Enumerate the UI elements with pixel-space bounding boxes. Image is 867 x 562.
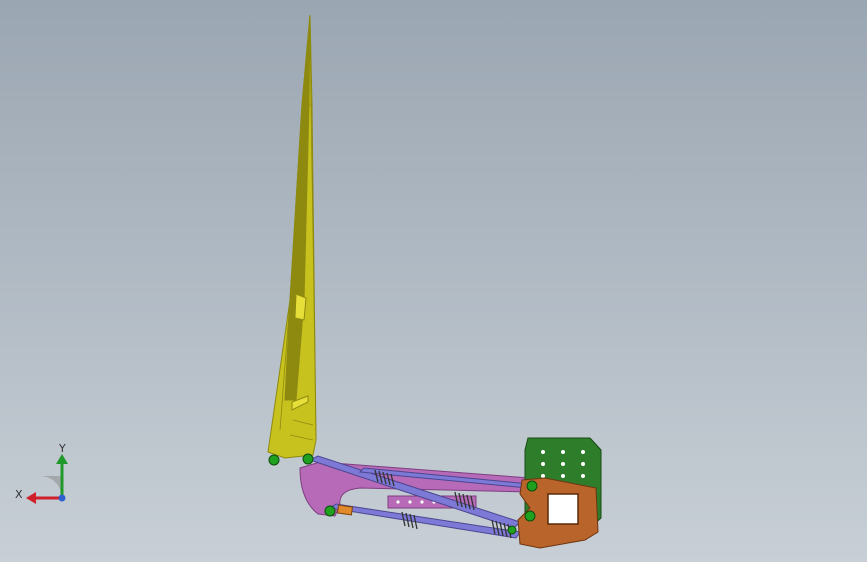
cad-model-view[interactable] xyxy=(0,0,867,562)
pin-boom-left[interactable] xyxy=(268,454,280,466)
pin-bracket-low[interactable] xyxy=(507,525,517,535)
pin-boom-right[interactable] xyxy=(302,453,314,465)
graphics-viewport[interactable]: Y X xyxy=(0,0,867,562)
triad-base-shadow xyxy=(40,476,62,498)
x-axis-arrow xyxy=(26,492,36,504)
y-axis-arrow xyxy=(56,454,68,464)
boom-mid-bracket xyxy=(294,293,307,321)
y-axis-label: Y xyxy=(58,442,66,455)
pin-bracket-mid[interactable] xyxy=(524,510,536,522)
boom-arm[interactable] xyxy=(267,14,317,459)
x-axis-label: X xyxy=(15,488,23,501)
rod-collar xyxy=(336,504,354,516)
bracket-window xyxy=(547,493,579,525)
triad-origin xyxy=(58,494,66,502)
axis-triad: Y X xyxy=(15,442,68,504)
pin-bracket-top[interactable] xyxy=(526,480,538,492)
pin-linkage-lower[interactable] xyxy=(324,505,336,517)
